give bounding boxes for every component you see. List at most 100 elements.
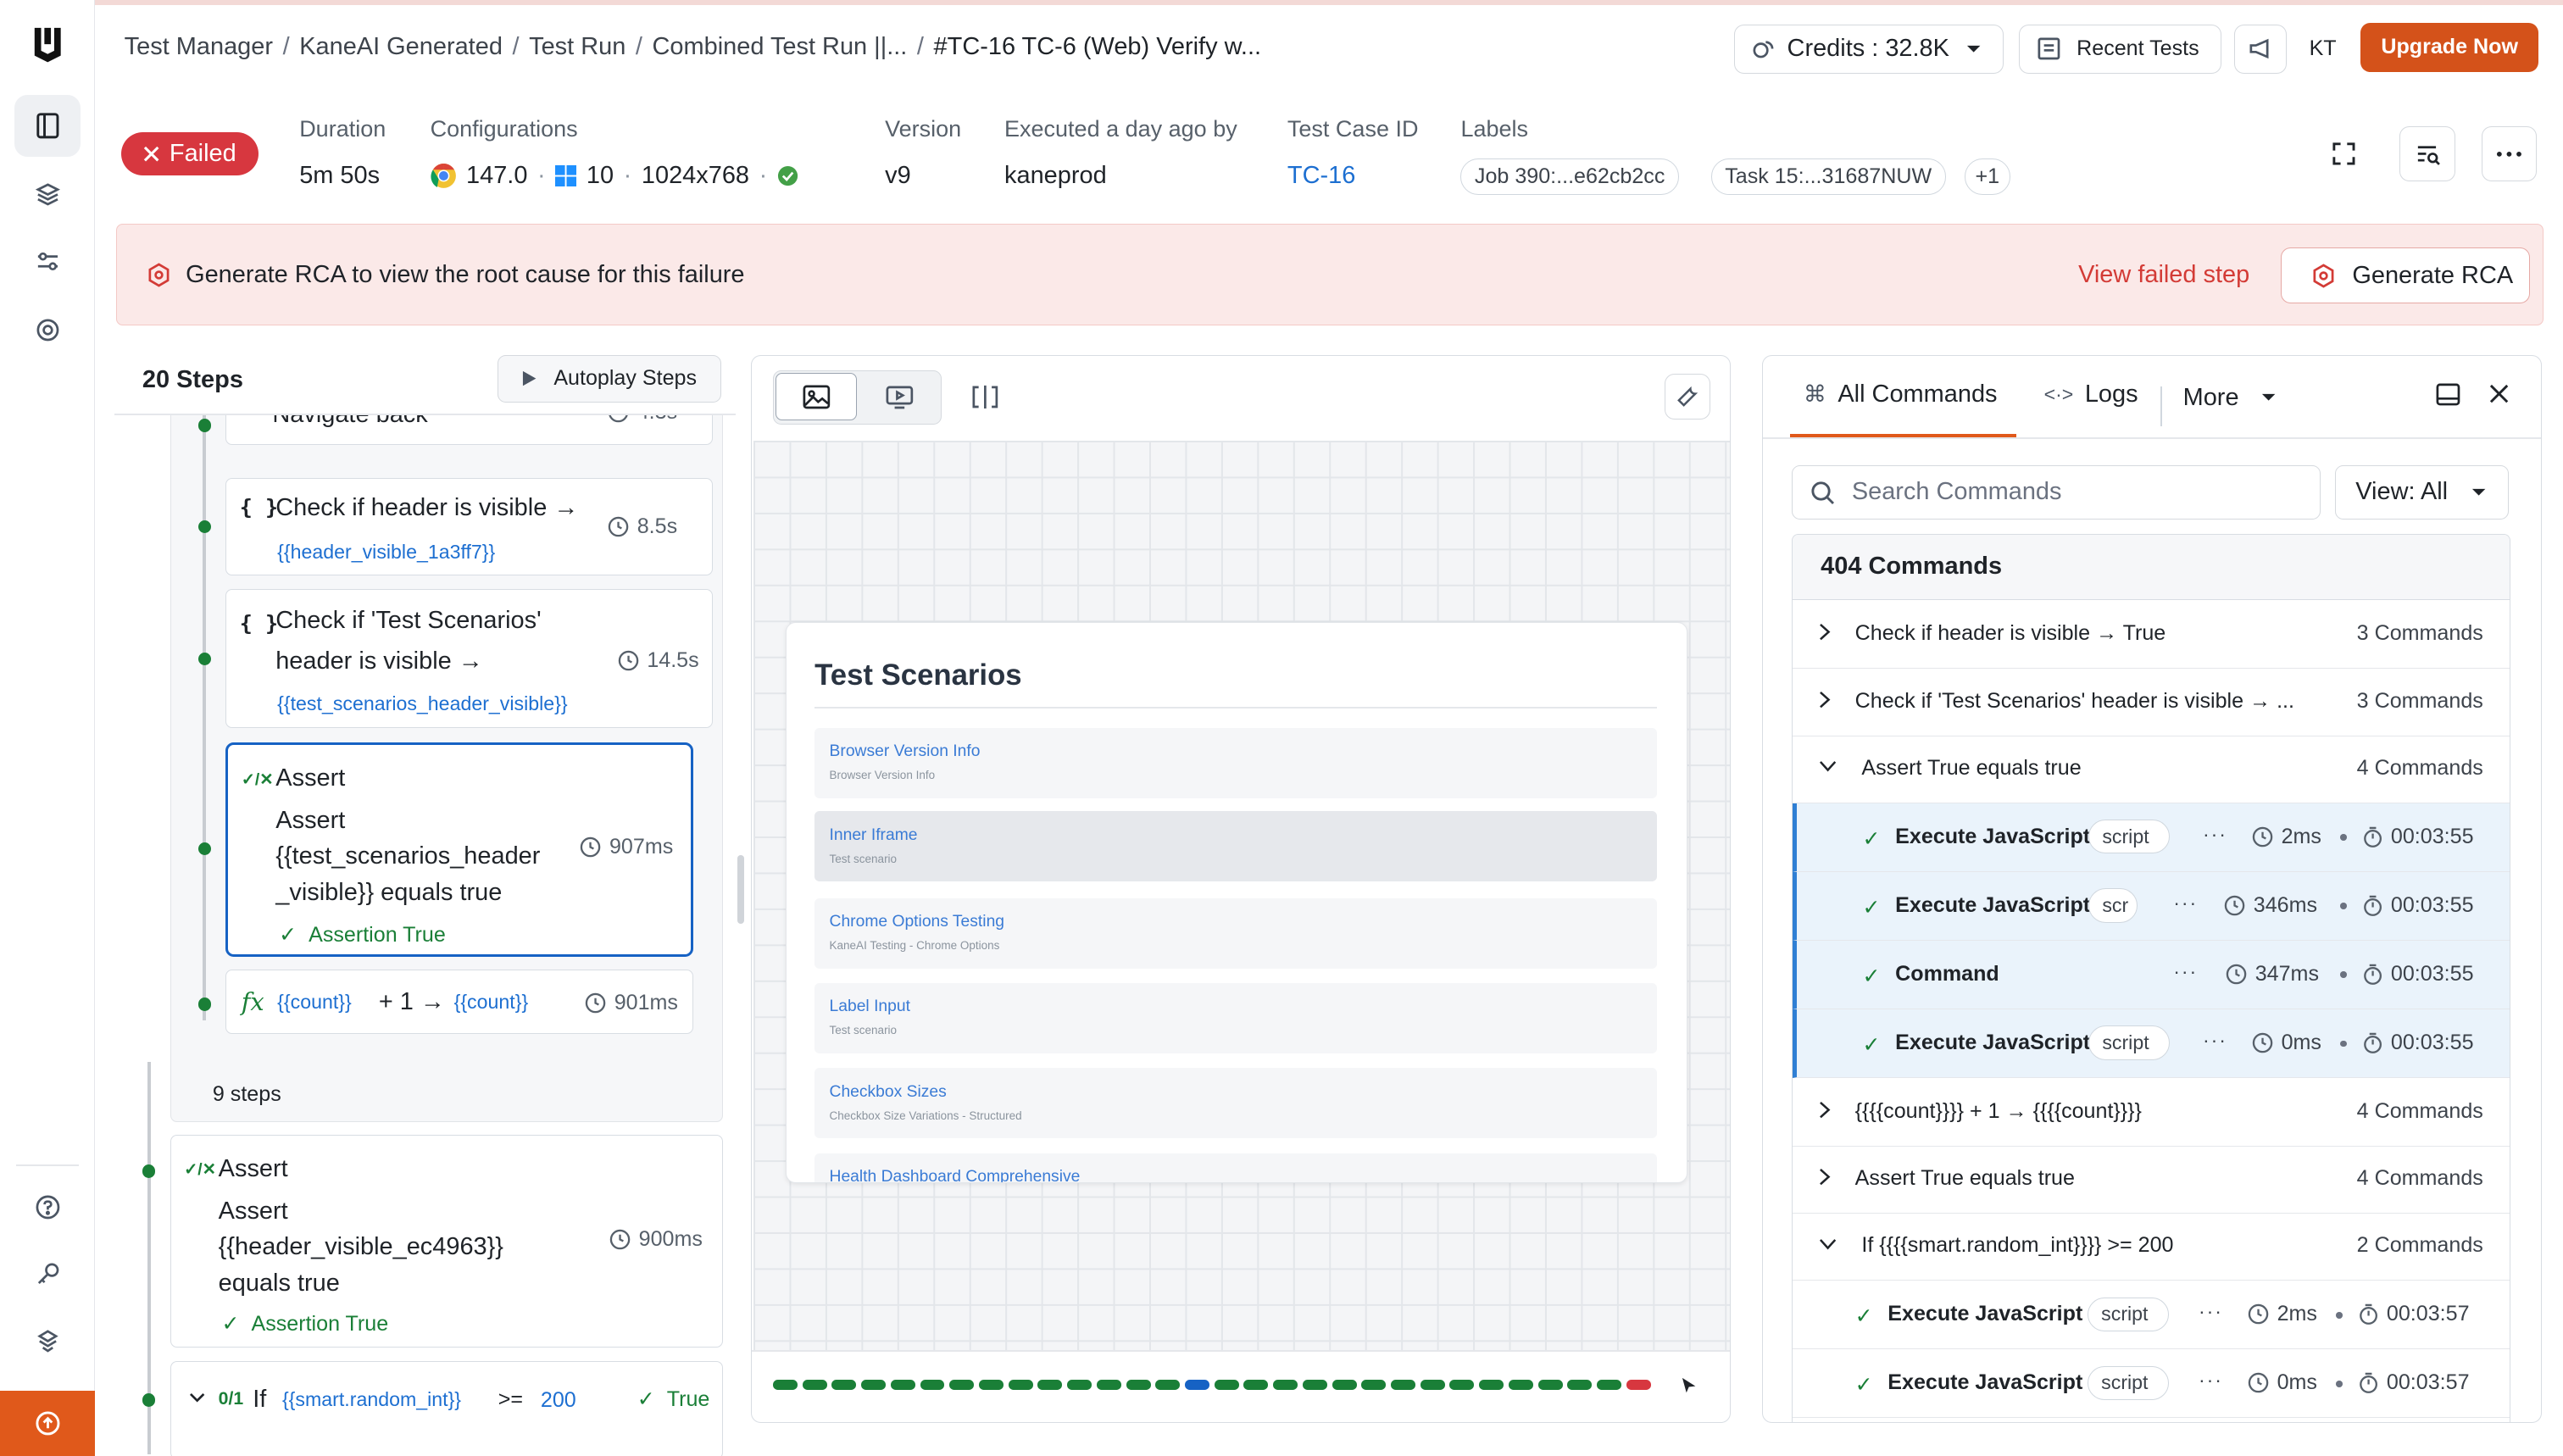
command-row[interactable]: ✓ Execute JavaScript script ··· 2ms 00:0…	[1793, 1281, 2510, 1350]
sidebar-settings[interactable]	[14, 299, 80, 361]
sidebar-keys[interactable]	[14, 1243, 80, 1305]
timeline-segment[interactable]	[1243, 1379, 1269, 1390]
timeline-segment[interactable]	[1626, 1379, 1651, 1390]
breadcrumb-combined-run[interactable]: Combined Test Run ||...	[653, 33, 908, 60]
timeline-segment[interactable]	[772, 1379, 798, 1390]
command-group-row[interactable]: Check if header is visible → True 3 Comm…	[1793, 600, 2510, 670]
steps-list[interactable]: Navigate back 4.3s { } Check if header i…	[114, 415, 736, 1456]
view-failed-step-link[interactable]: View failed step	[2078, 261, 2249, 289]
script-pill[interactable]: script	[2087, 1297, 2170, 1332]
ellipsis-icon[interactable]: ···	[2199, 1369, 2223, 1392]
panel-layout-icon[interactable]	[2435, 382, 2461, 407]
sidebar-help[interactable]	[14, 1176, 80, 1238]
timeline-segment[interactable]	[1449, 1379, 1475, 1390]
timeline-segment[interactable]	[1126, 1379, 1151, 1390]
sidebar-upgrade-arrow[interactable]	[0, 1390, 95, 1456]
step-variable[interactable]: {{test_scenarios_header_visible}}	[277, 692, 567, 715]
label-chip-task[interactable]: Task 15:...31687NUW	[1710, 158, 1946, 195]
command-group-row[interactable]: Check if 'Test Scenarios' header is visi…	[1793, 667, 2510, 736]
sidebar-layers[interactable]	[14, 164, 80, 225]
command-group-row-expanded[interactable]: Assert True equals true 4 Commands	[1793, 735, 2510, 803]
timeline-segment[interactable]	[831, 1379, 857, 1390]
ellipsis-icon[interactable]: ···	[2173, 960, 2198, 983]
script-pill[interactable]: script	[2088, 1025, 2171, 1060]
step-card-assert-selected[interactable]: ✓/✕ Assert Assert {{test_scenarios_heade…	[225, 742, 694, 958]
timeline-segment[interactable]	[802, 1379, 827, 1390]
breadcrumb-test-run[interactable]: Test Run	[529, 33, 625, 60]
sidebar-integrations[interactable]	[14, 1310, 80, 1372]
script-pill[interactable]: script	[2087, 1365, 2170, 1401]
cursor-icon[interactable]	[1681, 1376, 1697, 1394]
command-row[interactable]: ✓ Execute JavaScript scr ··· 346ms 00:03…	[1793, 871, 2510, 941]
avatar[interactable]: KT	[2300, 25, 2346, 74]
report-button[interactable]	[2399, 125, 2455, 182]
command-group-row-expanded[interactable]: If {{{{smart.random_int}}}} >= 200 2 Com…	[1793, 1212, 2510, 1281]
compare-icon[interactable]	[970, 384, 1000, 410]
timeline-segment[interactable]	[978, 1379, 1004, 1390]
step-card-assert-header[interactable]: ✓/✕ Assert Assert {{header_visible_ec496…	[170, 1135, 724, 1348]
command-row[interactable]: ✓ Execute JavaScript script ··· 0ms 00:0…	[1793, 1009, 2510, 1078]
label-chip-job[interactable]: Job 390:...e62cb2cc	[1460, 158, 1679, 195]
timeline-segment[interactable]	[1155, 1379, 1181, 1390]
announcements-button[interactable]	[2234, 24, 2288, 74]
command-row[interactable]: ✓ Command ··· 347ms 00:03:55	[1793, 940, 2510, 1009]
commands-list[interactable]: 404 Commands Check if header is visible …	[1792, 534, 2510, 1423]
sidebar-filters[interactable]	[14, 231, 80, 292]
credits-dropdown[interactable]: Credits : 32.8K	[1733, 24, 2004, 74]
search-commands-input[interactable]: Search Commands	[1792, 465, 2321, 520]
script-pill[interactable]: script	[2088, 819, 2171, 854]
command-row[interactable]: ✓ Execute JavaScript script ··· 2ms 00:0…	[1793, 803, 2510, 872]
timeline-segment[interactable]	[1508, 1379, 1533, 1390]
step-card-check-header[interactable]: { } Check if header is visible → {{heade…	[225, 477, 714, 576]
timeline-segment[interactable]	[949, 1379, 975, 1390]
label-chip-more[interactable]: +1	[1964, 158, 2010, 195]
sidebar-test-manager[interactable]	[14, 94, 81, 158]
timeline-segment[interactable]	[1597, 1379, 1621, 1390]
step-timeline[interactable]	[772, 1379, 1651, 1390]
close-icon[interactable]	[2489, 384, 2509, 403]
step-card-count-increment[interactable]: fx {{count}} + 1 → {{count}} 901ms	[225, 970, 694, 1034]
breadcrumb-kaneai[interactable]: KaneAI Generated	[299, 33, 503, 60]
step-variable[interactable]: {{header_visible_1a3ff7}}	[277, 541, 495, 564]
timeline-segment[interactable]	[890, 1379, 915, 1390]
timeline-segment[interactable]	[1096, 1379, 1121, 1390]
more-options-button[interactable]	[2481, 125, 2538, 182]
autoplay-steps-button[interactable]: Autoplay Steps	[497, 354, 722, 403]
ellipsis-icon[interactable]: ···	[2203, 1029, 2227, 1052]
timeline-segment[interactable]	[1567, 1379, 1593, 1390]
timeline-segment[interactable]	[1537, 1379, 1563, 1390]
tab-more-dropdown[interactable]: More	[2183, 384, 2277, 412]
panel-resize-handle[interactable]	[737, 855, 745, 925]
recent-tests-button[interactable]: Recent Tests	[2018, 24, 2221, 74]
timeline-segment[interactable]	[1214, 1379, 1239, 1390]
ellipsis-icon[interactable]: ···	[2203, 823, 2227, 846]
timeline-segment[interactable]	[1302, 1379, 1327, 1390]
test-case-id-link[interactable]: TC-16	[1287, 162, 1355, 190]
command-group-row[interactable]: Assert True equals true 4 Commands	[1793, 1145, 2510, 1214]
step-variable[interactable]: {{smart.random_int}}	[282, 1388, 461, 1411]
group-steps-count[interactable]: 9 steps	[213, 1076, 281, 1112]
tools-button[interactable]	[1664, 374, 1710, 420]
timeline-segment[interactable]	[920, 1379, 945, 1390]
timeline-segment[interactable]	[1008, 1379, 1033, 1390]
video-view-button[interactable]	[859, 373, 941, 420]
chevron-down-icon[interactable]	[189, 1392, 205, 1404]
step-card-navigate-back[interactable]: Navigate back 4.3s	[225, 415, 714, 445]
step-card-if-condition[interactable]: 0/1 If {{smart.random_int}} >= 200 ✓ Tru…	[170, 1360, 724, 1456]
timeline-segment[interactable]	[1185, 1379, 1209, 1390]
command-group-row[interactable]: {{{{count}}}} + 1 → {{{{count}}}} 4 Comm…	[1793, 1078, 2510, 1147]
view-mode-toggle[interactable]	[772, 370, 942, 425]
step-card-check-test-scenarios[interactable]: { } Check if 'Test Scenarios' header is …	[225, 588, 714, 728]
timeline-segment[interactable]	[1332, 1379, 1357, 1390]
timeline-segment[interactable]	[1067, 1379, 1092, 1390]
command-row[interactable]: ✓ Execute JavaScript script ··· 0ms 00:0…	[1793, 1349, 2510, 1419]
timeline-segment[interactable]	[1361, 1379, 1387, 1390]
step-variable[interactable]: {{count}}	[277, 991, 352, 1014]
ellipsis-icon[interactable]: ···	[2173, 892, 2198, 914]
screenshot-view-button[interactable]	[775, 373, 858, 421]
timeline-segment[interactable]	[1420, 1379, 1445, 1390]
view-filter-dropdown[interactable]: View: All	[2335, 465, 2509, 520]
generate-rca-button[interactable]: Generate RCA	[2281, 247, 2530, 304]
lambdatest-logo[interactable]	[30, 25, 65, 64]
script-pill[interactable]: scr	[2088, 888, 2138, 923]
